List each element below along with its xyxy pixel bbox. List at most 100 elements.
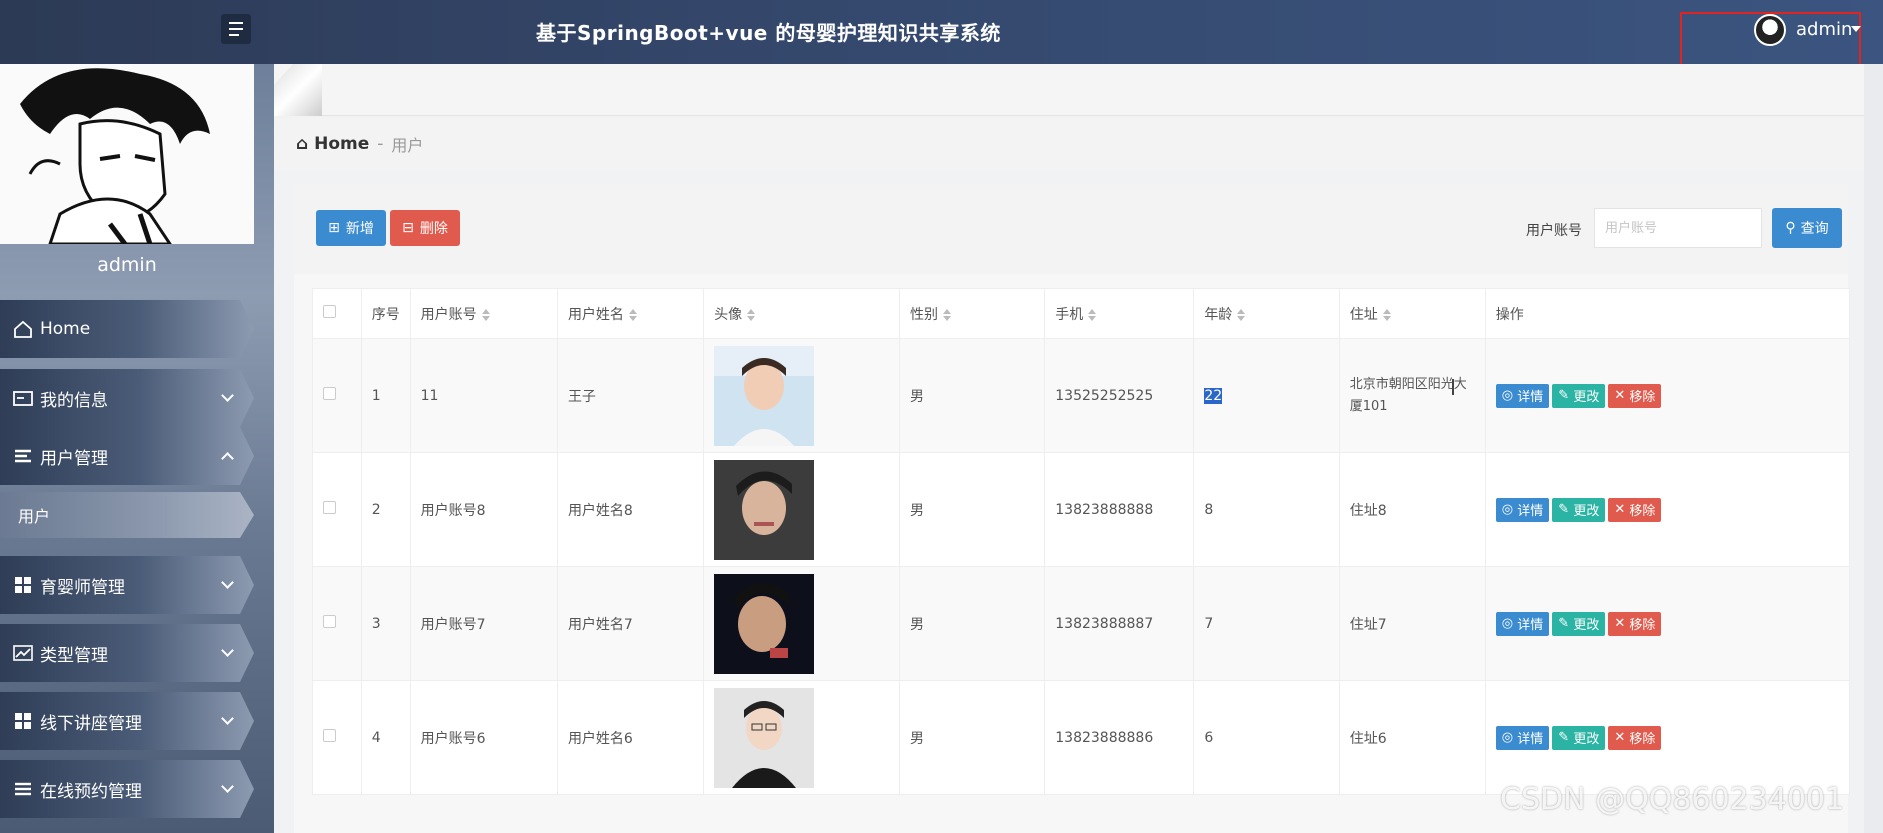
cell-avatar [703,338,901,453]
remove-button[interactable]: ✕ 移除 [1608,611,1662,636]
user-avatar-image [714,573,815,674]
cell-gender: 男 [899,452,1046,567]
sidebar-item-my-info[interactable]: 我的信息 [0,369,254,427]
sort-icon[interactable] [1088,308,1097,321]
edit-button[interactable]: ✎ 更改 [1552,725,1606,750]
cell-age: 7 [1193,566,1340,681]
detail-button-label: 详情 [1517,732,1544,747]
system-title: 基于SpringBoot+vue 的母婴护理知识共享系统 [536,21,1001,45]
user-avatar[interactable] [1754,14,1786,46]
breadcrumb-separator: - [377,134,384,154]
sidebar-item-online-booking[interactable]: 在线预约管理 [0,760,254,818]
remove-button[interactable]: ✕ 移除 [1608,725,1662,750]
cell-phone: 13525252525 [1044,338,1195,453]
cell-name: 用户姓名7 [556,566,705,681]
sort-icon[interactable] [1382,308,1391,321]
column-header-label: 年龄 [1204,306,1233,323]
column-header[interactable]: 住址 [1338,288,1486,339]
caret-down-icon[interactable] [1851,26,1861,32]
column-header[interactable]: 头像 [703,288,901,339]
cell-name: 用户姓名8 [556,452,705,567]
page-fold-decoration [274,64,322,116]
add-button-label: 新增 [345,221,374,237]
cell-phone: 13823888888 [1044,452,1195,567]
sidebar-item-label: 我的信息 [40,390,108,411]
menu-toggle-icon[interactable] [221,14,251,44]
sidebar-item-user-management[interactable]: 用户管理 [0,427,254,485]
edit-icon: ✎ [1558,730,1570,745]
detail-button[interactable]: ◎ 详情 [1495,497,1550,522]
sidebar-item-label: 育婴师管理 [40,577,125,598]
user-avatar-image [714,459,815,560]
sort-icon[interactable] [481,308,490,321]
detail-button[interactable]: ◎ 详情 [1495,725,1550,750]
column-header[interactable]: 年龄 [1193,288,1340,339]
row-checkbox[interactable] [323,387,336,400]
detail-button-label: 详情 [1517,504,1544,519]
breadcrumb: ⌂ Home - 用户 [274,118,1864,170]
sidebar-item-home[interactable]: Home [0,300,254,358]
search-input[interactable] [1594,208,1762,248]
cell-phone: 13823888887 [1044,566,1195,681]
edit-icon: ✎ [1558,616,1570,631]
column-header: 操作 [1484,288,1851,339]
row-select-cell [312,452,362,567]
watermark: CSDN @QQ860234001 [1500,782,1845,817]
column-header[interactable]: 用户姓名 [556,288,705,339]
home-icon [14,320,32,338]
column-header-label: 性别 [910,306,939,323]
detail-button[interactable]: ◎ 详情 [1495,611,1550,636]
search-button[interactable]: ⚲ 查询 [1772,208,1842,248]
sidebar-item-type-management[interactable]: 类型管理 [0,624,254,682]
edit-button-label: 更改 [1573,618,1600,633]
cell-no: 3 [360,566,411,681]
edit-button[interactable]: ✎ 更改 [1552,383,1606,408]
detail-button[interactable]: ◎ 详情 [1495,383,1550,408]
remove-button[interactable]: ✕ 移除 [1608,383,1662,408]
column-header[interactable]: 手机 [1044,288,1195,339]
row-checkbox[interactable] [323,615,336,628]
sidebar-item-user[interactable]: 用户 [0,492,254,538]
chevron-down-icon [221,780,234,793]
edit-button[interactable]: ✎ 更改 [1552,497,1606,522]
sort-icon[interactable] [747,308,756,321]
close-icon: ✕ [1614,502,1626,517]
table-row: 1 11 王子 男 13525252525 22 北京市朝阳区阳光大厦101 ◎… [312,338,1851,453]
chevron-up-icon [221,452,234,465]
user-avatar-image [714,687,815,788]
cell-no: 1 [360,338,411,453]
column-header[interactable]: 性别 [899,288,1046,339]
cell-gender: 男 [899,566,1046,681]
breadcrumb-home[interactable]: ⌂ Home [296,134,369,154]
delete-button[interactable]: ⊟ 删除 [390,210,460,246]
column-header[interactable]: 用户账号 [409,288,558,339]
row-select-cell [312,338,362,453]
breadcrumb-current: 用户 [391,136,424,155]
cell-name: 王子 [556,338,705,453]
cell-actions: ◎ 详情 ✎ 更改 ✕ 移除 [1484,452,1851,567]
cell-account: 用户账号6 [409,680,558,795]
toolbar: ⊞ 新增 ⊟ 删除 用户账号 ⚲ 查询 [294,184,1848,274]
row-checkbox[interactable] [323,501,336,514]
user-name[interactable]: admin [1796,19,1852,40]
cell-gender: 男 [899,338,1046,453]
sort-icon[interactable] [628,308,637,321]
cell-age: 6 [1193,680,1340,795]
sidebar-item-offline-lecture[interactable]: 线下讲座管理 [0,692,254,750]
sidebar-item-nanny-management[interactable]: 育婴师管理 [0,556,254,614]
row-select-cell [312,566,362,681]
remove-button[interactable]: ✕ 移除 [1608,497,1662,522]
select-all-checkbox[interactable] [323,305,336,318]
cell-no: 2 [360,452,411,567]
cell-avatar [703,680,901,795]
edit-button[interactable]: ✎ 更改 [1552,611,1606,636]
cell-avatar [703,566,901,681]
row-checkbox[interactable] [323,729,336,742]
sort-icon[interactable] [943,308,952,321]
edit-button-label: 更改 [1573,732,1600,747]
sort-icon[interactable] [1237,308,1246,321]
column-header-label: 序号 [371,306,400,323]
cell-actions: ◎ 详情 ✎ 更改 ✕ 移除 [1484,566,1851,681]
content-panel: ⊞ 新增 ⊟ 删除 用户账号 ⚲ 查询 序号 [294,184,1851,833]
add-button[interactable]: ⊞ 新增 [316,210,386,246]
